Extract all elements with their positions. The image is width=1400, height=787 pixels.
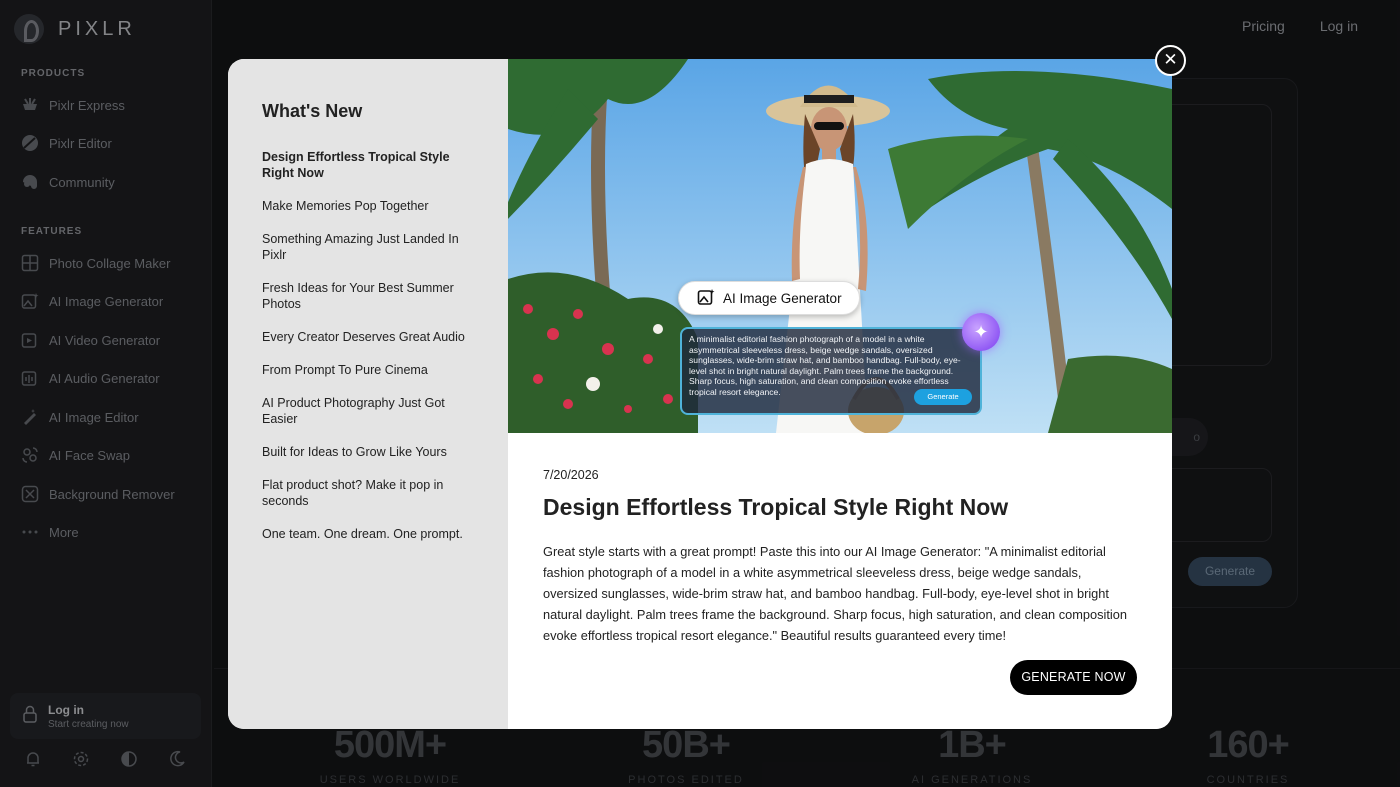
whats-new-item[interactable]: Fresh Ideas for Your Best Summer Photos	[262, 280, 474, 312]
whats-new-item[interactable]: Something Amazing Just Landed In Pixlr	[262, 231, 474, 263]
hero-image: AI Image Generator A minimalist editoria…	[508, 59, 1172, 433]
close-icon[interactable]: ✕	[1155, 45, 1186, 76]
article-body: Great style starts with a great prompt! …	[543, 544, 1128, 643]
article-title: Design Effortless Tropical Style Right N…	[543, 494, 1009, 520]
article-date: 7/20/2026	[543, 468, 599, 482]
prompt-card: A minimalist editorial fashion photograp…	[680, 327, 982, 415]
ai-image-generator-chip: AI Image Generator	[678, 281, 860, 315]
whats-new-item[interactable]: AI Product Photography Just Got Easier	[262, 395, 474, 427]
article: 7/20/2026 Design Effortless Tropical Sty…	[543, 468, 1143, 646]
whats-new-item[interactable]: Flat product shot? Make it pop in second…	[262, 477, 474, 509]
image-generator-icon	[697, 288, 715, 309]
sparkle-icon: ✦	[962, 313, 1000, 351]
generate-now-button[interactable]: GENERATE NOW	[1010, 660, 1137, 695]
whats-new-list: What's New Design Effortless Tropical St…	[228, 59, 508, 729]
whats-new-item[interactable]: Design Effortless Tropical Style Right N…	[262, 149, 474, 181]
prompt-generate-button: Generate	[914, 389, 972, 405]
chip-label: AI Image Generator	[723, 290, 842, 306]
whats-new-item[interactable]: Make Memories Pop Together	[262, 198, 474, 214]
prompt-text: A minimalist editorial fashion photograp…	[689, 334, 961, 397]
whats-new-heading: What's New	[262, 101, 363, 121]
whats-new-item[interactable]: From Prompt To Pure Cinema	[262, 362, 474, 378]
whats-new-modal: What's New Design Effortless Tropical St…	[228, 59, 1172, 729]
whats-new-item[interactable]: Every Creator Deserves Great Audio	[262, 329, 474, 345]
whats-new-item[interactable]: Built for Ideas to Grow Like Yours	[262, 444, 474, 460]
article-panel: AI Image Generator A minimalist editoria…	[508, 59, 1172, 729]
whats-new-item[interactable]: One team. One dream. One prompt.	[262, 526, 474, 542]
